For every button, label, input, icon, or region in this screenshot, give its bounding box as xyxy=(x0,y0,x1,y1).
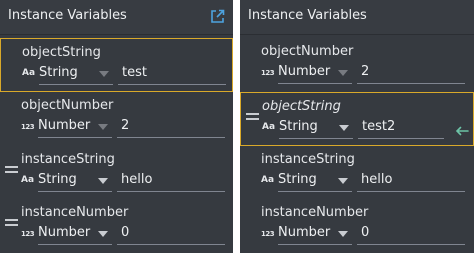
variable-row-instanceString[interactable]: instanceString Aa String hello xyxy=(0,146,233,200)
variable-name[interactable]: instanceString xyxy=(21,152,115,167)
value-text: hello xyxy=(121,172,153,187)
string-type-icon: Aa xyxy=(21,175,35,185)
type-select-value: Number xyxy=(278,225,331,240)
variable-name[interactable]: instanceString xyxy=(261,152,355,167)
variable-row-objectString[interactable]: objectString Aa String test2 xyxy=(240,92,474,146)
chevron-down-icon xyxy=(98,178,108,184)
value-text: 0 xyxy=(361,225,370,240)
value-text: test xyxy=(122,65,147,80)
value-input[interactable]: test2 xyxy=(358,117,444,139)
drag-handle-icon[interactable] xyxy=(5,166,18,173)
chevron-down-icon xyxy=(338,70,348,76)
type-select-value: Number xyxy=(38,118,91,133)
value-input[interactable]: 0 xyxy=(357,223,465,245)
chevron-down-icon xyxy=(98,231,108,237)
variable-name[interactable]: instanceNumber xyxy=(21,205,128,220)
instance-variables-panel-before: Instance Variables objectString Aa Strin… xyxy=(0,0,233,253)
chevron-down-icon xyxy=(339,125,349,131)
type-select[interactable]: Number xyxy=(38,116,112,138)
variable-name[interactable]: instanceNumber xyxy=(261,205,368,220)
variable-row-objectNumber[interactable]: objectNumber 123 Number 2 xyxy=(240,38,474,92)
chevron-down-icon xyxy=(98,124,108,130)
type-select[interactable]: Number xyxy=(278,62,352,84)
variable-row-objectString[interactable]: objectString Aa String test xyxy=(0,38,233,92)
value-input[interactable]: 2 xyxy=(357,62,465,84)
type-select[interactable]: Number xyxy=(38,223,112,245)
type-select[interactable]: String xyxy=(279,117,353,139)
type-select[interactable]: String xyxy=(278,170,352,192)
variable-name[interactable]: objectString xyxy=(22,45,101,60)
string-type-icon: Aa xyxy=(261,175,275,185)
variable-row-instanceString[interactable]: instanceString Aa String hello xyxy=(240,146,474,200)
variable-name[interactable]: objectNumber xyxy=(261,44,353,59)
panel-header: Instance Variables xyxy=(0,0,233,35)
string-type-icon: Aa xyxy=(262,122,276,132)
value-text: 2 xyxy=(361,64,370,79)
chevron-down-icon xyxy=(338,231,348,237)
revert-arrow-icon[interactable] xyxy=(455,126,469,136)
variable-name[interactable]: objectNumber xyxy=(21,98,113,113)
instance-variables-panel-after: Instance Variables objectNumber 123 Numb… xyxy=(240,0,474,253)
number-type-icon: 123 xyxy=(261,230,275,238)
variable-name[interactable]: objectString xyxy=(262,99,341,114)
value-input[interactable]: 0 xyxy=(117,223,225,245)
type-select-value: Number xyxy=(278,64,331,79)
panel-title: Instance Variables xyxy=(248,8,367,23)
type-select[interactable]: String xyxy=(38,170,112,192)
variable-row-instanceNumber[interactable]: instanceNumber 123 Number 0 xyxy=(0,199,233,253)
string-type-icon: Aa xyxy=(22,68,36,78)
type-select[interactable]: Number xyxy=(278,223,352,245)
drag-handle-icon[interactable] xyxy=(246,113,259,120)
number-type-icon: 123 xyxy=(21,230,35,238)
variable-row-instanceNumber[interactable]: instanceNumber 123 Number 0 xyxy=(240,199,474,253)
drag-handle-icon[interactable] xyxy=(5,219,18,226)
number-type-icon: 123 xyxy=(261,69,275,77)
value-text: 2 xyxy=(121,118,130,133)
type-select[interactable]: String xyxy=(39,63,113,85)
panel-title: Instance Variables xyxy=(8,8,127,23)
type-select-value: String xyxy=(279,119,318,134)
value-input[interactable]: test xyxy=(118,63,226,85)
value-text: 0 xyxy=(121,225,130,240)
value-text: test2 xyxy=(362,119,396,134)
type-select-value: String xyxy=(278,172,317,187)
type-select-value: Number xyxy=(38,225,91,240)
variable-row-objectNumber[interactable]: objectNumber 123 Number 2 xyxy=(0,92,233,146)
popout-icon[interactable] xyxy=(210,9,225,24)
chevron-down-icon xyxy=(99,71,109,77)
value-text: hello xyxy=(361,172,393,187)
value-input[interactable]: hello xyxy=(117,170,225,192)
number-type-icon: 123 xyxy=(21,123,35,131)
panel-header: Instance Variables xyxy=(240,0,474,35)
value-input[interactable]: hello xyxy=(357,170,465,192)
type-select-value: String xyxy=(39,65,78,80)
type-select-value: String xyxy=(38,172,77,187)
chevron-down-icon xyxy=(338,178,348,184)
value-input[interactable]: 2 xyxy=(117,116,225,138)
